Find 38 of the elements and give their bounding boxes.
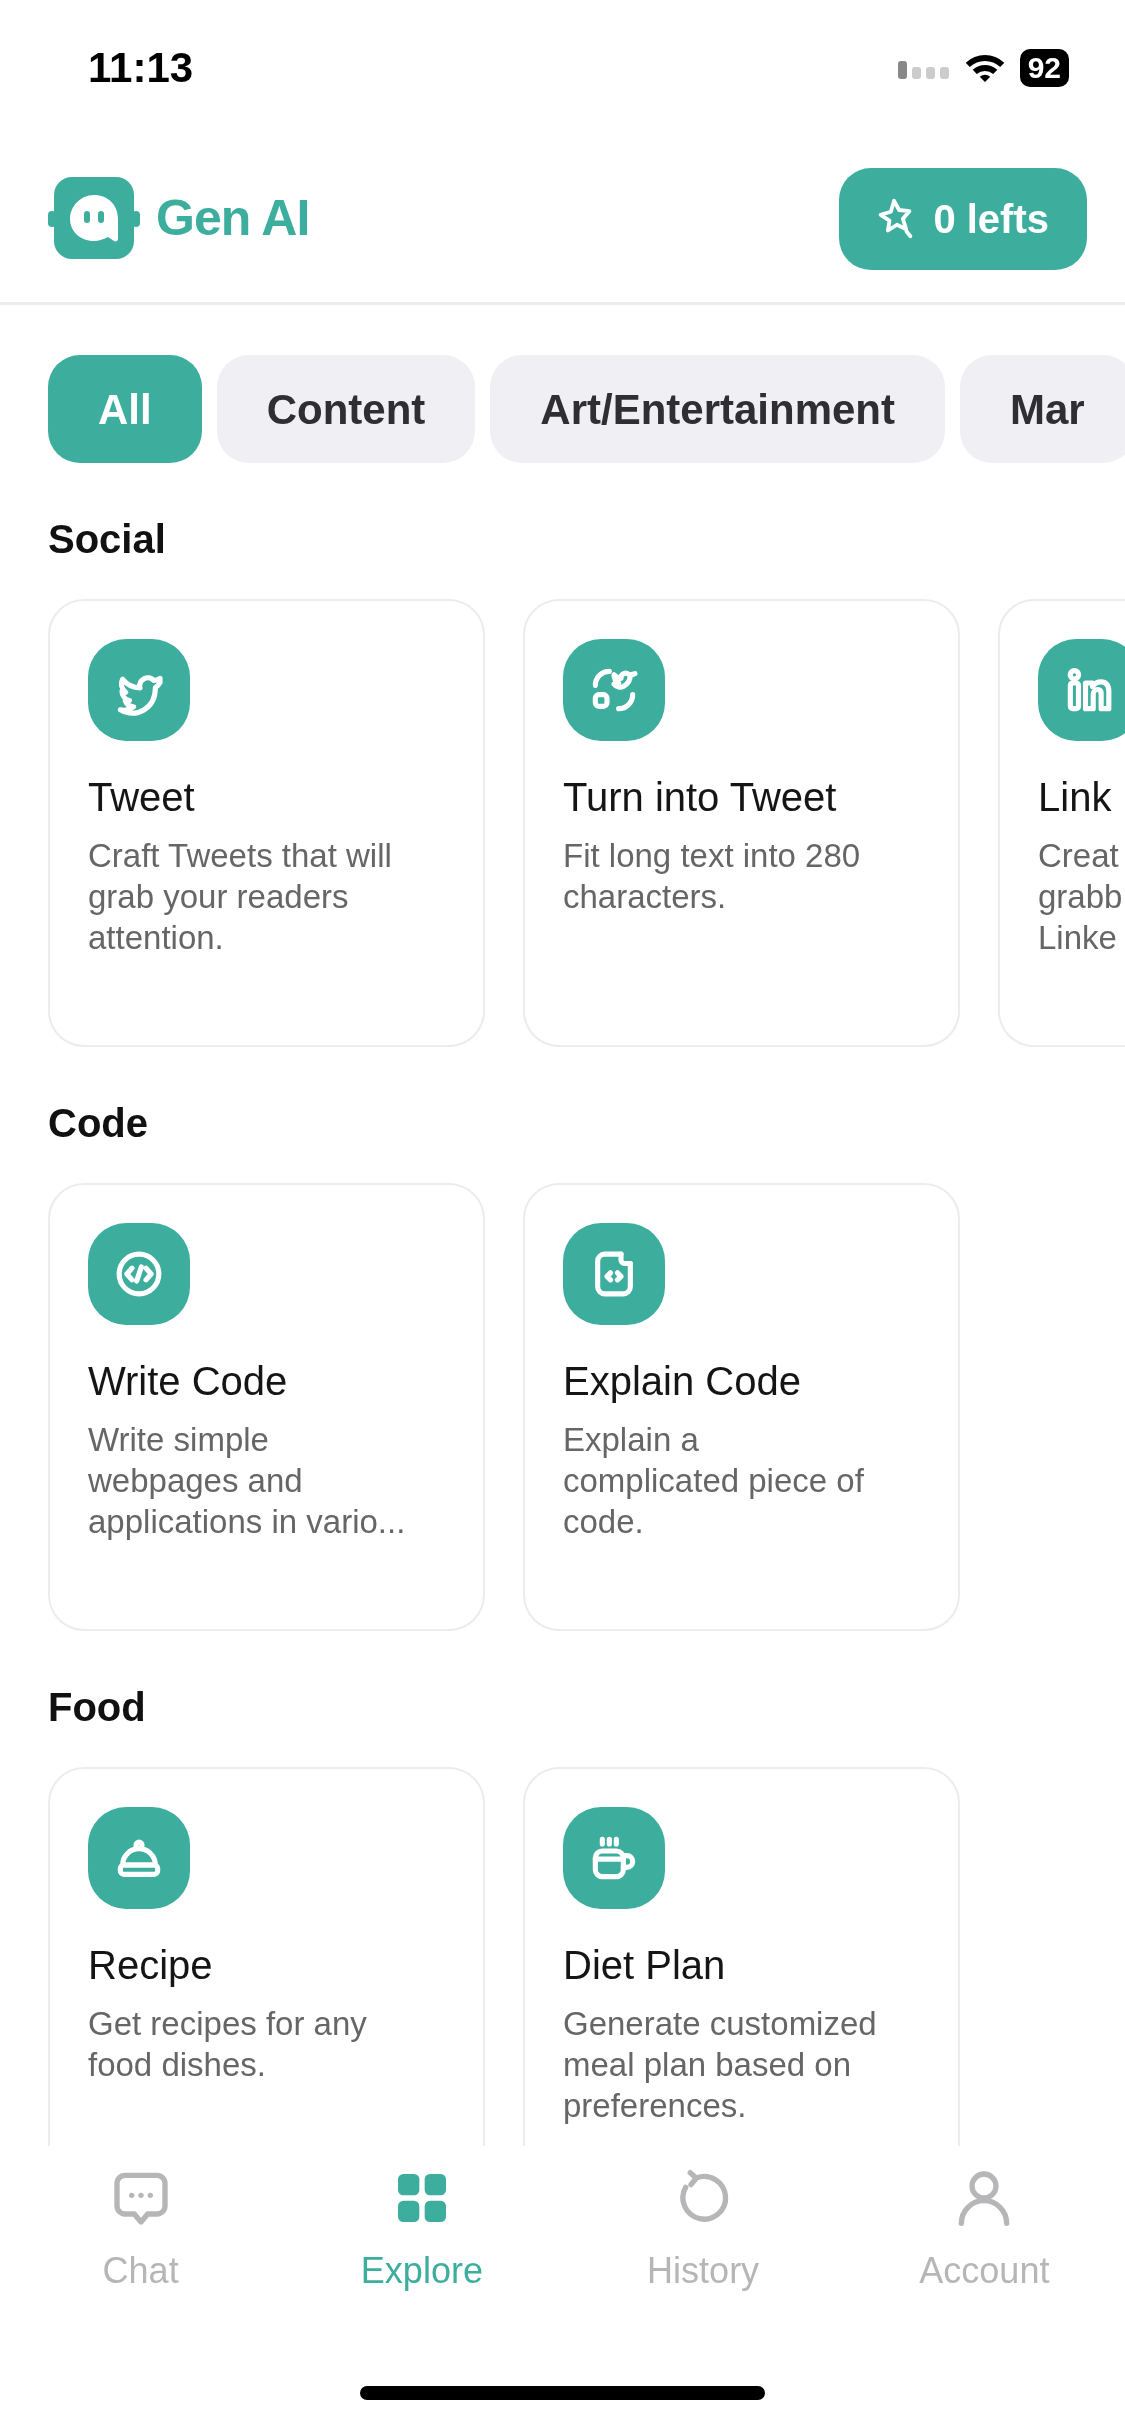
card-description: Craft Tweets that will grab your readers attention. <box>88 836 393 958</box>
card-title: Recipe <box>88 1942 214 1989</box>
card-description: Fit long text into 280 characters. <box>563 836 862 917</box>
tool-card[interactable]: Recipe Get recipes for any food dishes. <box>48 1767 485 2146</box>
card-description: Explain a complicated piece of code. <box>563 1420 865 1542</box>
card-description: Creat grabb Linke <box>1038 836 1124 958</box>
app-name: Gen AI <box>156 189 310 248</box>
card-title: Explain Code <box>563 1358 802 1405</box>
card-title: Write Code <box>88 1358 289 1405</box>
card-description: Generate customized meal plan based on preferences. <box>563 2004 878 2126</box>
card-title: Turn into Tweet <box>563 774 838 821</box>
section-heading: Code <box>47 1100 149 1147</box>
category-tab[interactable]: Content <box>216 355 476 463</box>
cloche-icon <box>88 1807 190 1909</box>
category-tab[interactable]: Art/Entertainment <box>490 355 945 463</box>
code-icon <box>88 1223 190 1325</box>
linkedin-icon <box>1038 639 1125 741</box>
code-file-icon <box>563 1223 665 1325</box>
section-heading: Social <box>47 516 167 563</box>
logo-icon <box>48 176 140 261</box>
status-time: 11:13 <box>88 43 194 93</box>
tool-card[interactable]: Tweet Craft Tweets that will grab your readers attention. <box>48 599 485 1047</box>
mug-icon <box>563 1807 665 1909</box>
tool-card[interactable]: Write Code Write simple webpages and applications in vario... <box>48 1183 485 1631</box>
bird-convert-icon <box>563 639 665 741</box>
tool-card[interactable]: Turn into Tweet Fit long text into 280 characters. <box>523 599 960 1047</box>
tool-card[interactable]: Diet Plan Generate customized meal plan based on preferences. <box>523 1767 960 2146</box>
card-title: Diet Plan <box>563 1942 727 1989</box>
battery-level: 92 <box>1019 48 1069 87</box>
category-tab[interactable]: Mar <box>960 355 1125 463</box>
tool-card[interactable]: Link Creat grabb Linke <box>998 599 1125 1047</box>
card-description: Write simple webpages and applications in vario... <box>88 1420 407 1542</box>
card-title: Link <box>1038 774 1113 821</box>
card-description: Get recipes for any food dishes. <box>88 2004 368 2085</box>
tool-card[interactable]: Explain Code Explain a complicated piece of code. <box>523 1183 960 1631</box>
bird-icon <box>88 639 190 741</box>
card-title: Tweet <box>88 774 196 821</box>
section-heading: Food <box>47 1684 147 1731</box>
